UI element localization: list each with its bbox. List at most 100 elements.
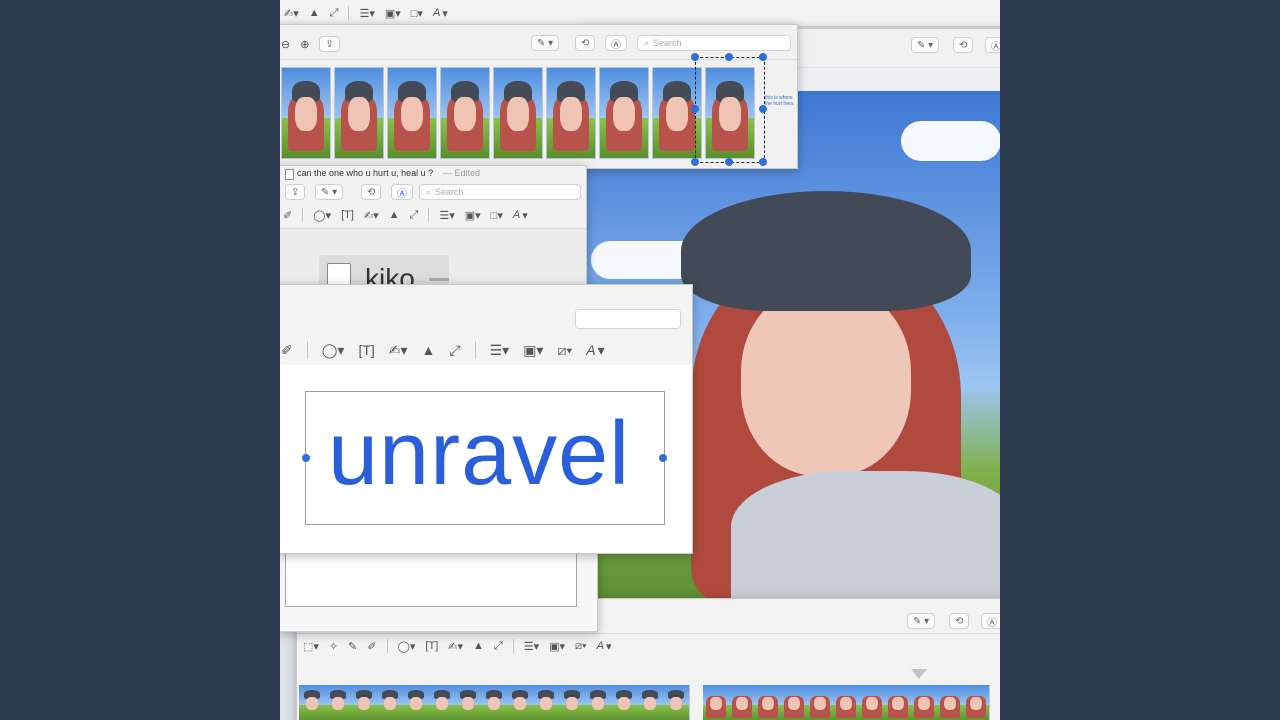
selection-icon[interactable]: ⬚▾ xyxy=(303,640,319,653)
person-hat xyxy=(681,191,971,311)
rotate-button[interactable]: ⟲ xyxy=(361,184,382,200)
signature-icon[interactable]: ✍︎▾ xyxy=(284,7,299,20)
shapes-icon[interactable]: ◯▾ xyxy=(313,209,331,222)
thumbnail[interactable] xyxy=(387,67,437,159)
thumbnail-strip xyxy=(281,67,761,159)
signature-icon[interactable]: ✍︎▾ xyxy=(448,640,463,653)
selection-handle[interactable] xyxy=(759,53,767,61)
selection-handle[interactable] xyxy=(691,53,699,61)
text-box-handle[interactable] xyxy=(302,454,310,462)
selection-box[interactable] xyxy=(695,57,765,163)
shape-style-icon[interactable]: ☰▾ xyxy=(439,209,454,222)
signature-icon[interactable]: ✍︎▾ xyxy=(364,209,379,222)
text-style-icon[interactable]: A ▾ xyxy=(513,209,528,222)
rotate-button[interactable]: ⟲ xyxy=(949,613,970,629)
text-box[interactable]: unravel xyxy=(305,391,665,525)
text-style-icon[interactable]: A ▾ xyxy=(586,342,604,359)
thumbnail[interactable] xyxy=(281,67,331,159)
shapes-icon[interactable]: ◯▾ xyxy=(322,342,345,359)
draw-icon[interactable]: ✐ xyxy=(281,342,293,359)
shape-style-icon[interactable]: ☰▾ xyxy=(524,640,539,653)
shape-style-icon[interactable]: ☰▾ xyxy=(490,342,510,359)
resize-icon[interactable]: ⤢ xyxy=(494,640,503,653)
filmstrip-right xyxy=(703,685,1000,720)
unravel-window-searchbar[interactable] xyxy=(575,309,681,329)
thumbnail[interactable] xyxy=(599,67,649,159)
selection-handle[interactable] xyxy=(725,53,733,61)
search-placeholder: Search xyxy=(653,38,682,48)
shape-style-icon[interactable]: ☰▾ xyxy=(359,7,374,20)
file-window-titlebar: can the one who u hurt u, heal u ? — Edi… xyxy=(280,166,586,182)
fill-color-icon[interactable]: ⧄▾ xyxy=(557,342,572,359)
markup-button[interactable]: ✎ ▾ xyxy=(315,184,344,200)
rename-cursor xyxy=(429,278,449,281)
selection-handle[interactable] xyxy=(691,105,699,113)
annotate-button[interactable]: Ⓐ xyxy=(391,184,413,200)
markup-button[interactable]: ✎ ▾ xyxy=(907,613,936,629)
selection-handle[interactable] xyxy=(691,158,699,166)
thumbnail[interactable] xyxy=(493,67,543,159)
file-window-markup-toolbar: ✐ ◯▾ [T] ✍︎▾ ▲ ⤢ ☰▾ ▣▾ □▾ A ▾ xyxy=(283,208,528,222)
toolbar-divider xyxy=(512,639,514,653)
text-icon[interactable]: [T] xyxy=(341,209,354,221)
unravel-canvas: unravel xyxy=(280,365,692,553)
resize-icon[interactable]: ⤢ xyxy=(330,7,339,20)
thumbnail[interactable] xyxy=(334,67,384,159)
selection-handle[interactable] xyxy=(759,158,767,166)
unravel-window: ✐ ◯▾ [T] ✍︎▾ ▲ ⤢ ☰▾ ▣▾ ⧄▾ A ▾ unravel xyxy=(280,284,693,554)
fill-color-icon[interactable]: ⧄▾ xyxy=(575,640,587,653)
text-icon[interactable]: [T] xyxy=(425,640,438,652)
search-field[interactable]: ⌕ Search xyxy=(419,184,581,200)
selection-handle[interactable] xyxy=(725,158,733,166)
resize-icon[interactable]: ⤢ xyxy=(410,209,419,222)
thumbnail[interactable] xyxy=(546,67,596,159)
draw-icon[interactable]: ✐ xyxy=(367,640,376,653)
thumbnail-window-toolbar: ⊖ ⊕ ⇪ ✎ ▾ ⟲ Ⓐ ⌕ Search xyxy=(280,25,797,60)
toolbar-divider xyxy=(302,208,304,222)
adjust-color-icon[interactable]: ▲ xyxy=(422,342,436,358)
fill-color-icon[interactable]: □▾ xyxy=(491,209,503,222)
adjust-color-icon[interactable]: ▲ xyxy=(473,640,484,652)
resize-icon[interactable]: ⤢ xyxy=(449,342,460,359)
search-icon: ⌕ xyxy=(644,37,650,48)
toolbar-divider xyxy=(474,341,476,359)
annotate-button[interactable]: Ⓐ xyxy=(981,613,1000,629)
document-icon xyxy=(285,169,294,180)
top-toolbar: ✍︎▾ ▲ ⤢ ☰▾ ▣▾ □▾ A ▾ xyxy=(280,0,1000,27)
selection-note: this is where the hurt lives xyxy=(765,95,794,107)
share-button[interactable]: ⇪ xyxy=(319,36,340,52)
border-color-icon[interactable]: ▣▾ xyxy=(549,640,565,653)
text-box-handle[interactable] xyxy=(659,454,667,462)
signature-icon[interactable]: ✍︎▾ xyxy=(389,342,408,359)
search-field[interactable]: ⌕ Search xyxy=(637,35,791,51)
markup-button[interactable]: ✎ ▾ xyxy=(911,37,940,53)
text-icon[interactable]: [T] xyxy=(358,342,374,358)
border-color-icon[interactable]: ▣▾ xyxy=(465,209,481,222)
unravel-window-markup-toolbar: ✐ ◯▾ [T] ✍︎▾ ▲ ⤢ ☰▾ ▣▾ ⧄▾ A ▾ xyxy=(281,341,605,359)
zoom-in-icon[interactable]: ⊕ xyxy=(300,38,309,51)
annotate-button[interactable]: Ⓐ xyxy=(605,35,627,51)
adjust-color-icon[interactable]: ▲ xyxy=(389,209,400,221)
adjust-color-icon[interactable]: ▲ xyxy=(309,7,320,19)
text-style-icon[interactable]: A ▾ xyxy=(597,640,612,653)
window-title: can the one who u hurt u, heal u ? xyxy=(297,168,434,178)
thumbnail-window: ⊖ ⊕ ⇪ ✎ ▾ ⟲ Ⓐ ⌕ Search this is where the… xyxy=(280,24,798,169)
markup-button[interactable]: ✎ ▾ xyxy=(531,35,560,51)
rotate-button[interactable]: ⟲ xyxy=(953,37,974,53)
instant-alpha-icon[interactable]: ✧ xyxy=(329,640,338,653)
text-style-icon[interactable]: A ▾ xyxy=(433,7,448,20)
unravel-text: unravel xyxy=(328,404,631,504)
sketch-icon[interactable]: ✎ xyxy=(348,640,357,653)
border-color-icon[interactable]: ▣▾ xyxy=(385,7,401,20)
share-button[interactable]: ⇪ xyxy=(285,184,306,200)
zoom-out-icon[interactable]: ⊖ xyxy=(281,38,290,51)
toolbar-divider xyxy=(348,6,350,20)
annotate-button[interactable]: Ⓐ xyxy=(985,37,1000,53)
fill-color-icon[interactable]: □▾ xyxy=(411,7,423,20)
shapes-icon[interactable]: ◯▾ xyxy=(398,640,416,653)
dropdown-arrow-icon xyxy=(911,669,927,679)
thumbnail[interactable] xyxy=(440,67,490,159)
border-color-icon[interactable]: ▣▾ xyxy=(523,342,543,359)
draw-icon[interactable]: ✐ xyxy=(283,209,292,222)
rotate-button[interactable]: ⟲ xyxy=(575,35,596,51)
